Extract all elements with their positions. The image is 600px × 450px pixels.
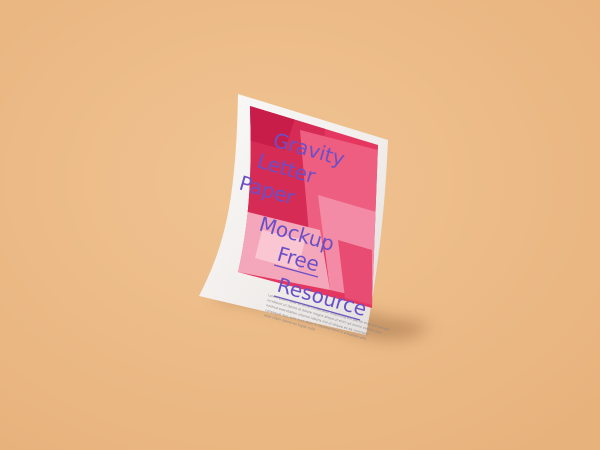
mockup-scene: Gravity Letter Paper Mockup Free Resourc… xyxy=(0,0,600,450)
mockup-svg: Gravity Letter Paper Mockup Free Resourc… xyxy=(0,0,600,450)
